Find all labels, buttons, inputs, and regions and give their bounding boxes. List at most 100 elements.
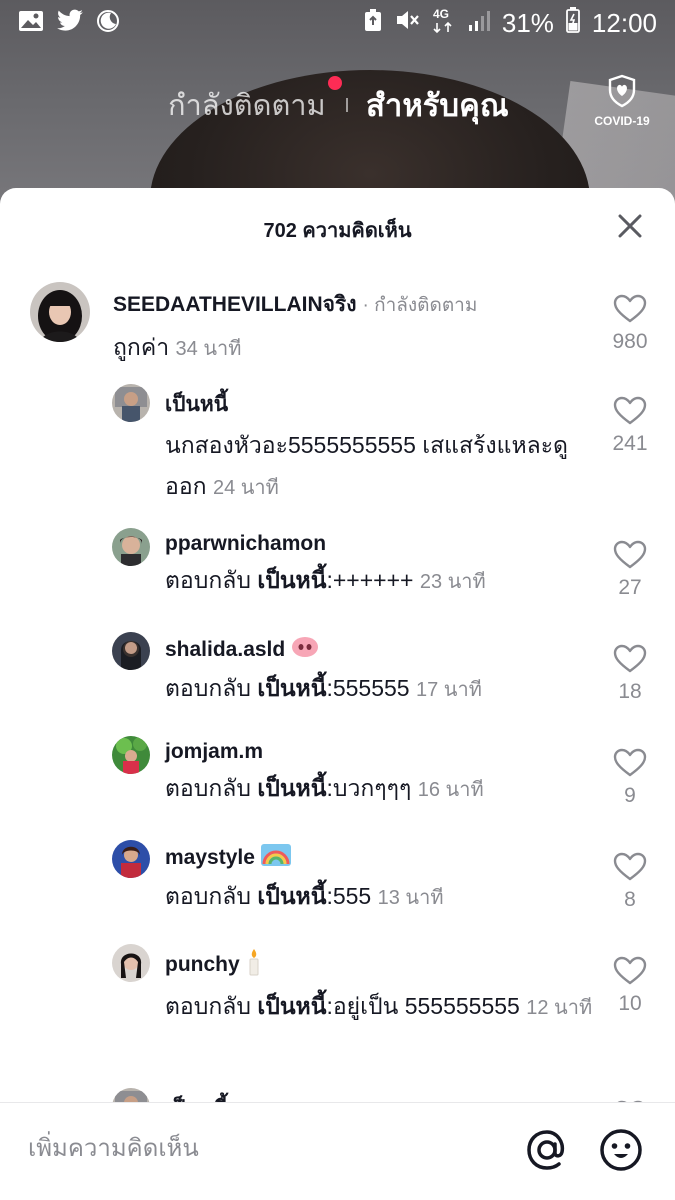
battery-icon: [566, 6, 580, 40]
like-button[interactable]: 10: [605, 956, 655, 1016]
reply-text: :555: [326, 883, 372, 909]
reply-time: 16 นาที: [417, 779, 484, 801]
reply-time: 17 นาที: [415, 679, 482, 701]
svg-text:4G: 4G: [433, 7, 449, 21]
reply-user-row: maystyle: [165, 844, 595, 872]
comment-text: ถูกค่า: [113, 334, 170, 360]
reply-username[interactable]: punchy: [165, 953, 240, 977]
reply-username[interactable]: jomjam.m: [165, 740, 263, 764]
like-count: 10: [618, 992, 642, 1015]
reply-mention[interactable]: เป็นหนี้: [257, 775, 326, 801]
reply-time: 23 นาที: [419, 571, 486, 593]
notification-dot: [328, 76, 342, 90]
comments-sheet: 702 ความคิดเห็น SEEDAATHEVILLAINจริง · ก…: [0, 188, 675, 1200]
reply-prefix: ตอบกลับ: [165, 883, 251, 909]
comment-user-row: SEEDAATHEVILLAINจริง · กำลังติดตาม: [113, 288, 593, 321]
emoji-button[interactable]: [598, 1127, 644, 1173]
heart-icon: [613, 644, 647, 673]
avatar[interactable]: [112, 944, 150, 982]
covid-button[interactable]: COVID-19: [590, 74, 654, 128]
rainbow-emoji-icon: [260, 844, 291, 872]
moon-icon: [96, 9, 120, 37]
reply-body: shalida.asld ตอบกลับ เป็นหนี้:555555 17 …: [165, 636, 595, 711]
like-button[interactable]: 9: [605, 748, 655, 808]
image-icon: [18, 10, 44, 36]
reply-time: 24 นาที: [212, 477, 279, 499]
like-count: 241: [612, 432, 648, 455]
reply-body: jomjam.m ตอบกลับ เป็นหนี้:บวกๆๆๆ 16 นาที: [165, 740, 595, 811]
avatar[interactable]: [112, 384, 150, 422]
shield-heart-icon: [607, 74, 637, 112]
status-left-icons: [18, 9, 120, 37]
reply-username[interactable]: pparwnichamon: [165, 532, 326, 556]
comment-input[interactable]: [28, 1129, 488, 1169]
comment-body: SEEDAATHEVILLAINจริง · กำลังติดตาม ถูกค่…: [113, 288, 593, 370]
smiley-icon: [600, 1129, 642, 1171]
reply-user-row: jomjam.m: [165, 740, 595, 764]
top-nav: กำลังติดตาม สำหรับคุณ COVID-19: [0, 70, 675, 130]
reply-username[interactable]: maystyle: [165, 846, 255, 870]
reply-text-row: ตอบกลับ เป็นหนี้:บวกๆๆๆ 16 นาที: [165, 768, 595, 811]
comment-time: 34 นาที: [175, 338, 242, 360]
like-button[interactable]: 8: [605, 852, 655, 912]
reply-text: :555555: [326, 675, 410, 701]
reply-time: 12 นาที: [526, 997, 593, 1019]
mention-button[interactable]: [524, 1127, 570, 1173]
tab-following[interactable]: กำลังติดตาม: [168, 82, 326, 128]
reply-mention[interactable]: เป็นหนี้: [257, 567, 326, 593]
like-button[interactable]: 27: [605, 540, 655, 600]
reply-username[interactable]: shalida.asld: [165, 638, 285, 662]
reply-text-row: นกสองหัวอะ5555555555 เสแสร้งแหละดูออก 24…: [165, 425, 595, 509]
clock-time: 12:00: [591, 7, 657, 38]
tab-for-you[interactable]: สำหรับคุณ: [366, 80, 509, 130]
heart-icon: [613, 540, 647, 569]
reply-prefix: ตอบกลับ: [165, 567, 251, 593]
like-button[interactable]: 980: [605, 294, 655, 354]
covid-label: COVID-19: [594, 114, 650, 128]
reply-text-row: ตอบกลับ เป็นหนี้:++++++ 23 นาที: [165, 560, 595, 603]
comment-username[interactable]: SEEDAATHEVILLAINจริง: [113, 288, 356, 321]
battery-percent: 31%: [501, 7, 554, 38]
reply-text-row: ตอบกลับ เป็นหนี้:555555 17 นาที: [165, 668, 595, 711]
reply-time: 13 นาที: [377, 887, 444, 909]
reply-user-row: shalida.asld: [165, 636, 595, 664]
twitter-icon: [56, 9, 84, 37]
reply-text: :บวกๆๆๆ: [326, 775, 412, 801]
reply-user-row: เป็นหนี้: [165, 388, 595, 421]
like-count: 8: [624, 888, 636, 911]
tab-divider: [346, 98, 348, 112]
avatar[interactable]: [112, 528, 150, 566]
avatar[interactable]: [112, 632, 150, 670]
reply-mention[interactable]: เป็นหนี้: [257, 675, 326, 701]
comments-sheet-header: 702 ความคิดเห็น: [0, 188, 675, 266]
heart-icon: [613, 748, 647, 777]
reply-prefix: ตอบกลับ: [165, 993, 251, 1019]
status-bar: 4G 31% 12:00: [0, 0, 675, 46]
avatar[interactable]: [112, 840, 150, 878]
mute-icon: [394, 8, 420, 39]
close-button[interactable]: [612, 208, 648, 244]
reply-text: :++++++: [326, 567, 414, 593]
reply-mention[interactable]: เป็นหนี้: [257, 993, 326, 1019]
avatar[interactable]: [30, 282, 90, 342]
like-button[interactable]: 241: [605, 396, 655, 456]
comment-input-bar: [0, 1102, 675, 1200]
heart-icon: [613, 852, 647, 881]
comments-count-title: 702 ความคิดเห็น: [263, 220, 412, 242]
status-right-icons: 4G 31% 12:00: [364, 6, 657, 41]
reply-body: punchy ตอบกลับ เป็นหนี้:อยู่เป็น 5555555…: [165, 948, 595, 1029]
reply-username[interactable]: เป็นหนี้: [165, 388, 228, 421]
comment-following-label: · กำลังติดตาม: [362, 294, 478, 316]
heart-icon: [613, 294, 647, 323]
like-count: 980: [612, 330, 648, 353]
reply-mention[interactable]: เป็นหนี้: [257, 883, 326, 909]
reply-text-row: ตอบกลับ เป็นหนี้:555 13 นาที: [165, 876, 595, 919]
reply-user-row: pparwnichamon: [165, 532, 595, 556]
reply-text: :อยู่เป็น 555555555: [326, 993, 520, 1019]
reply-body: maystyle ตอบกลับ เป็นหนี้:555 13 นาที: [165, 844, 595, 919]
heart-icon: [613, 956, 647, 985]
comment-text-row: ถูกค่า 34 นาที: [113, 327, 593, 370]
like-button[interactable]: 18: [605, 644, 655, 704]
avatar[interactable]: [112, 736, 150, 774]
network-4g-icon: 4G: [432, 6, 456, 41]
